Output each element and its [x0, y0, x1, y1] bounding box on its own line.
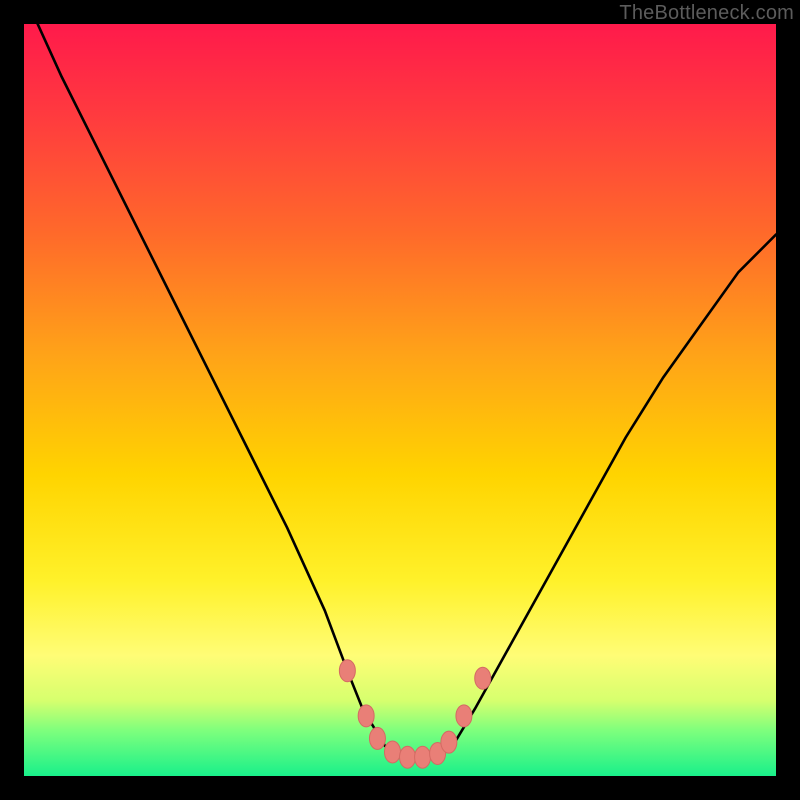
curve-marker: [369, 727, 385, 749]
curve-marker: [475, 667, 491, 689]
curve-marker: [384, 741, 400, 763]
curve-marker: [441, 731, 457, 753]
curve-marker: [358, 705, 374, 727]
curve-markers: [339, 660, 490, 768]
bottleneck-curve: [24, 24, 776, 759]
curve-marker: [456, 705, 472, 727]
watermark-text: TheBottleneck.com: [619, 2, 794, 25]
bottleneck-curve-svg: [24, 24, 776, 776]
chart-frame: TheBottleneck.com: [0, 0, 800, 800]
curve-marker: [415, 746, 431, 768]
curve-marker: [339, 660, 355, 682]
plot-area: [24, 24, 776, 776]
curve-marker: [400, 746, 416, 768]
